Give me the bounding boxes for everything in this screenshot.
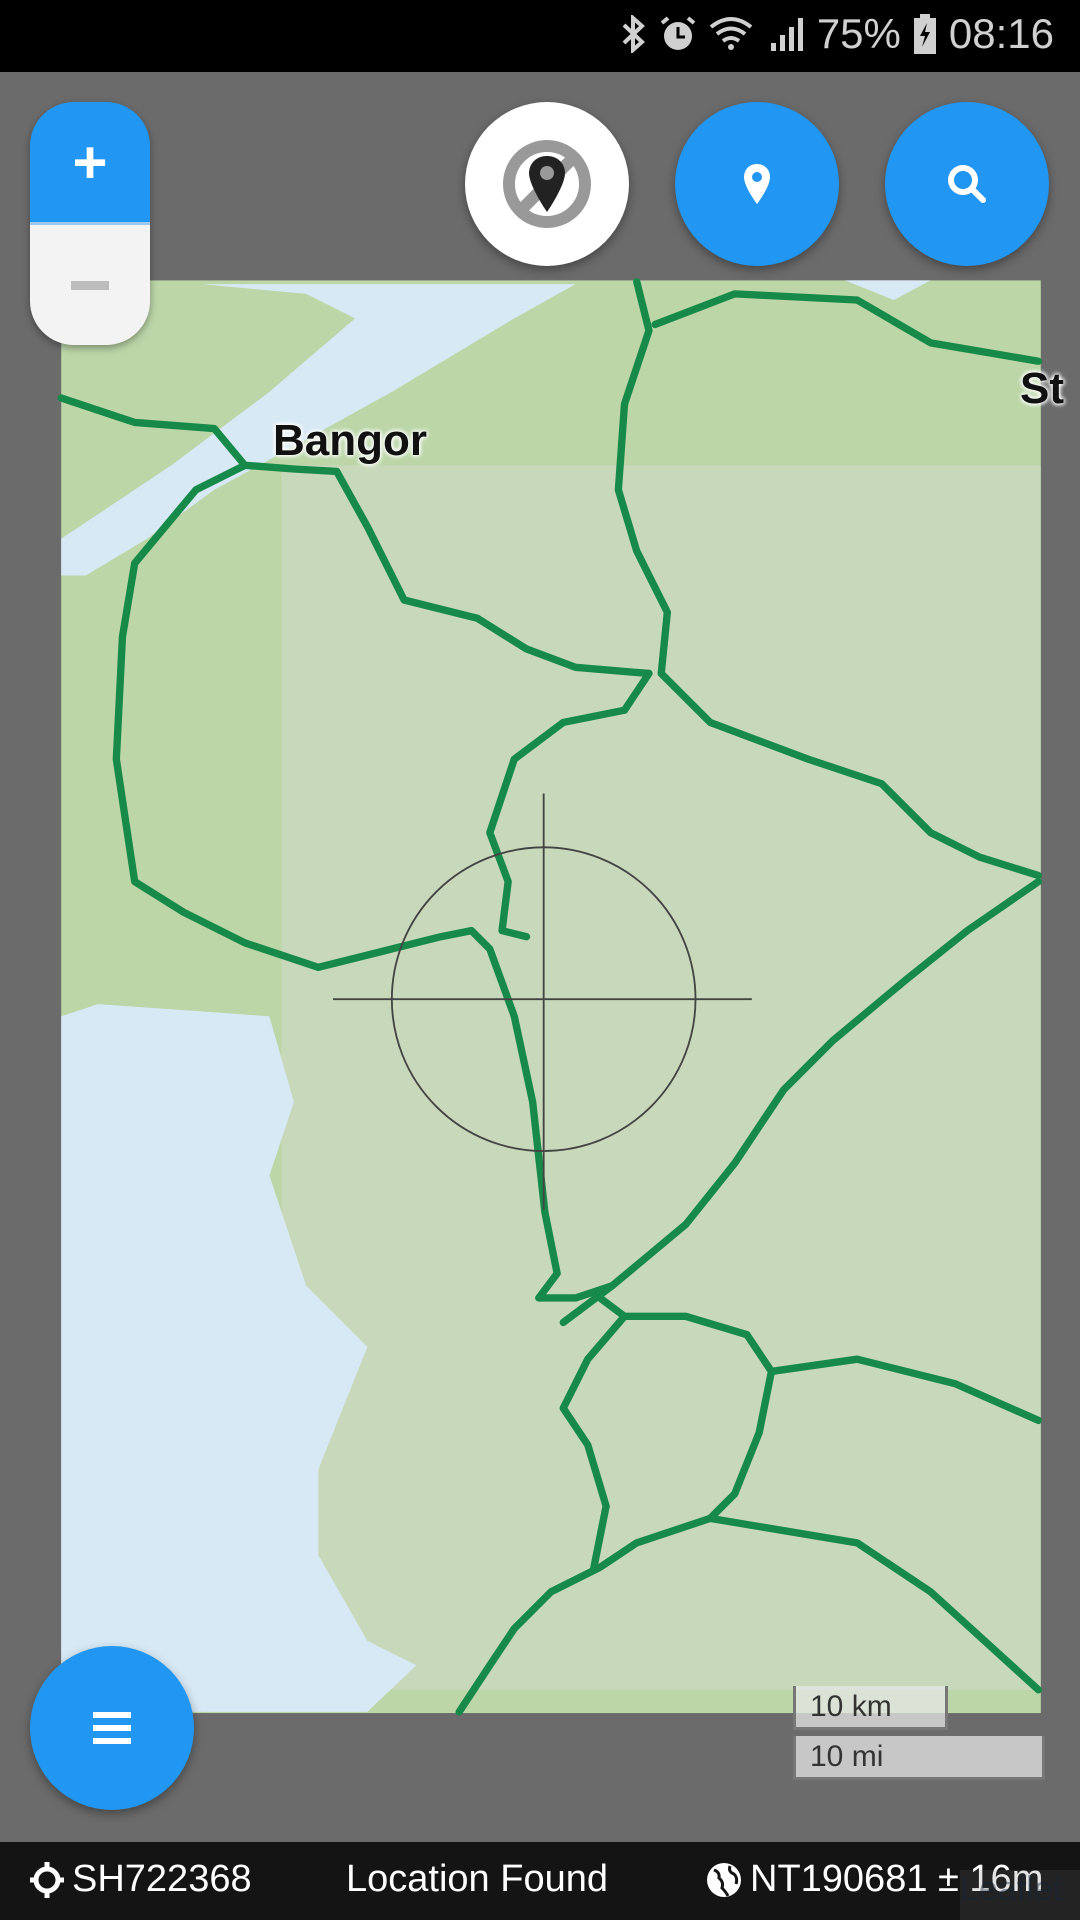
scale-km: 10 km (793, 1686, 948, 1730)
scale-mi: 10 mi (793, 1736, 1045, 1780)
menu-icon (93, 1712, 131, 1744)
crosshair-icon (30, 1861, 64, 1898)
leaflet-attribution[interactable]: Leaflet (960, 1870, 1080, 1920)
crosshair-grid-ref: SH722368 (72, 1858, 252, 1900)
add-marker-button[interactable] (675, 102, 839, 266)
zoom-control: + (30, 102, 150, 345)
location-toggle-button[interactable] (465, 102, 629, 266)
place-label-bangor: Bangor (273, 416, 427, 465)
location-status: Location Found (346, 1858, 608, 1900)
zoom-in-button[interactable]: + (30, 102, 150, 225)
map-view[interactable] (0, 0, 1080, 1920)
search-icon (948, 165, 986, 203)
minus-icon (71, 280, 109, 290)
zoom-out-button[interactable] (30, 225, 150, 345)
map-pin-icon (744, 164, 770, 204)
bottom-status-bar: SH722368 Location Found NT190681 ± 16m (0, 1842, 1080, 1920)
globe-icon (707, 1862, 741, 1897)
search-button[interactable] (885, 102, 1049, 266)
location-off-icon (503, 140, 591, 228)
menu-button[interactable] (30, 1646, 194, 1810)
place-label-st: St (1020, 364, 1064, 413)
